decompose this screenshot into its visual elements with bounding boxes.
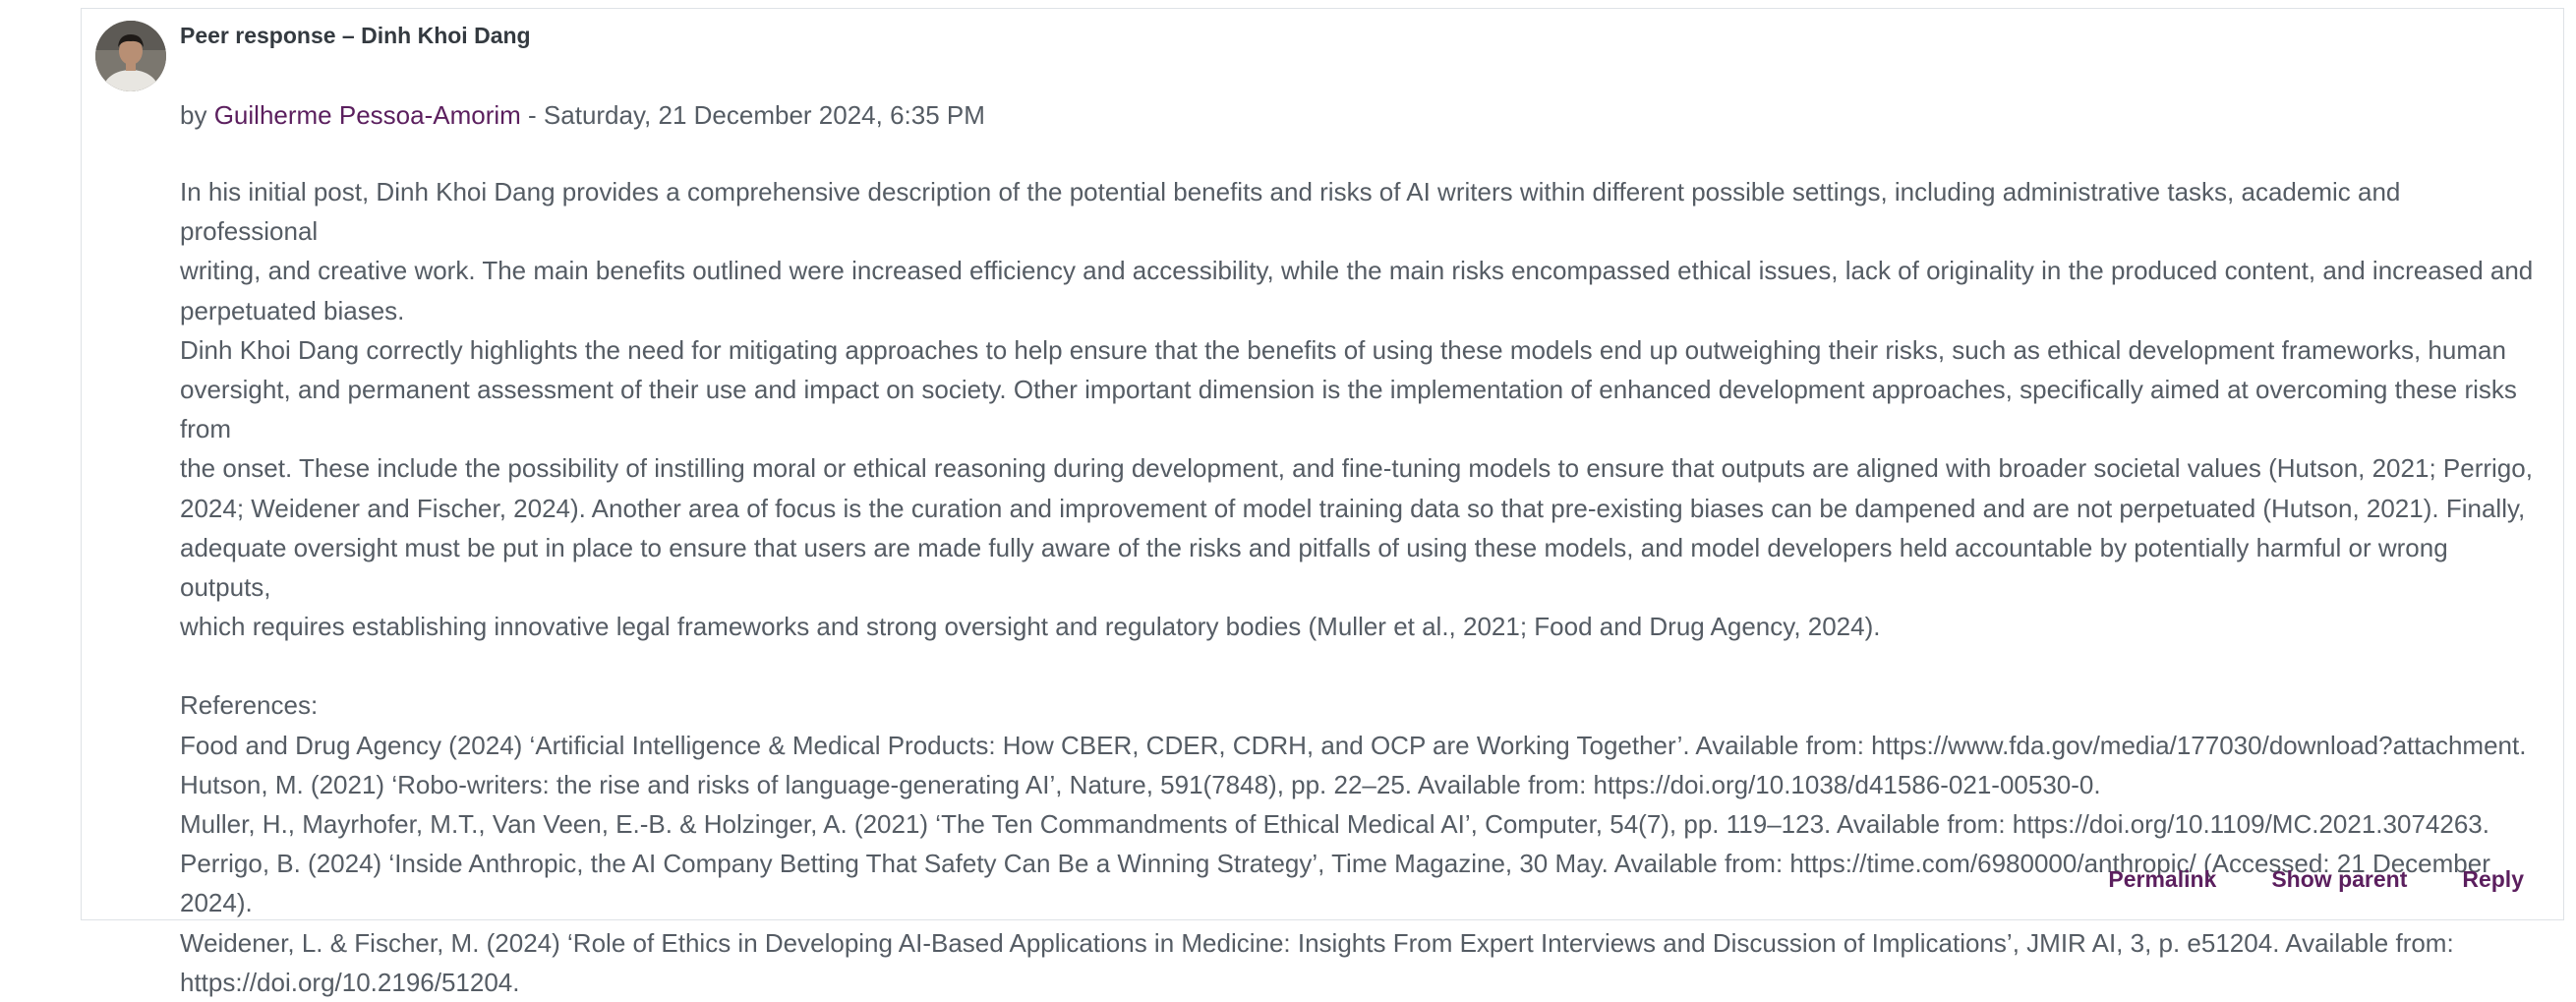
permalink-link[interactable]: Permalink bbox=[2108, 862, 2216, 896]
show-parent-link[interactable]: Show parent bbox=[2271, 862, 2407, 896]
byline-prefix: by bbox=[180, 100, 207, 130]
reference-item: Weidener, L. & Fischer, M. (2024) ‘Role … bbox=[180, 927, 2454, 997]
reference-item: Hutson, M. (2021) ‘Robo-writers: the ris… bbox=[180, 769, 2101, 799]
author-avatar[interactable] bbox=[95, 21, 166, 91]
reference-item: Food and Drug Agency (2024) ‘Artificial … bbox=[180, 730, 2527, 760]
avatar-photo bbox=[95, 21, 166, 91]
post-date: - Saturday, 21 December 2024, 6:35 PM bbox=[528, 100, 985, 130]
post-subject: Peer response – Dinh Khoi Dang bbox=[180, 23, 531, 48]
reply-link[interactable]: Reply bbox=[2462, 862, 2524, 896]
post-byline: by Guilherme Pessoa-Amorim - Saturday, 2… bbox=[180, 95, 985, 135]
forum-post: Peer response – Dinh Khoi Dang by Guilhe… bbox=[81, 8, 2564, 997]
post-commands: Permalink Show parent Reply bbox=[2108, 862, 2524, 896]
post-paragraph: Dinh Khoi Dang correctly highlights the … bbox=[180, 334, 2533, 642]
references-heading: References: bbox=[180, 690, 319, 721]
post-paragraph: In his initial post, Dinh Khoi Dang prov… bbox=[180, 177, 2534, 325]
reference-item: Muller, H., Mayrhofer, M.T., Van Veen, E… bbox=[180, 809, 2489, 840]
author-link[interactable]: Guilherme Pessoa-Amorim bbox=[214, 100, 521, 130]
